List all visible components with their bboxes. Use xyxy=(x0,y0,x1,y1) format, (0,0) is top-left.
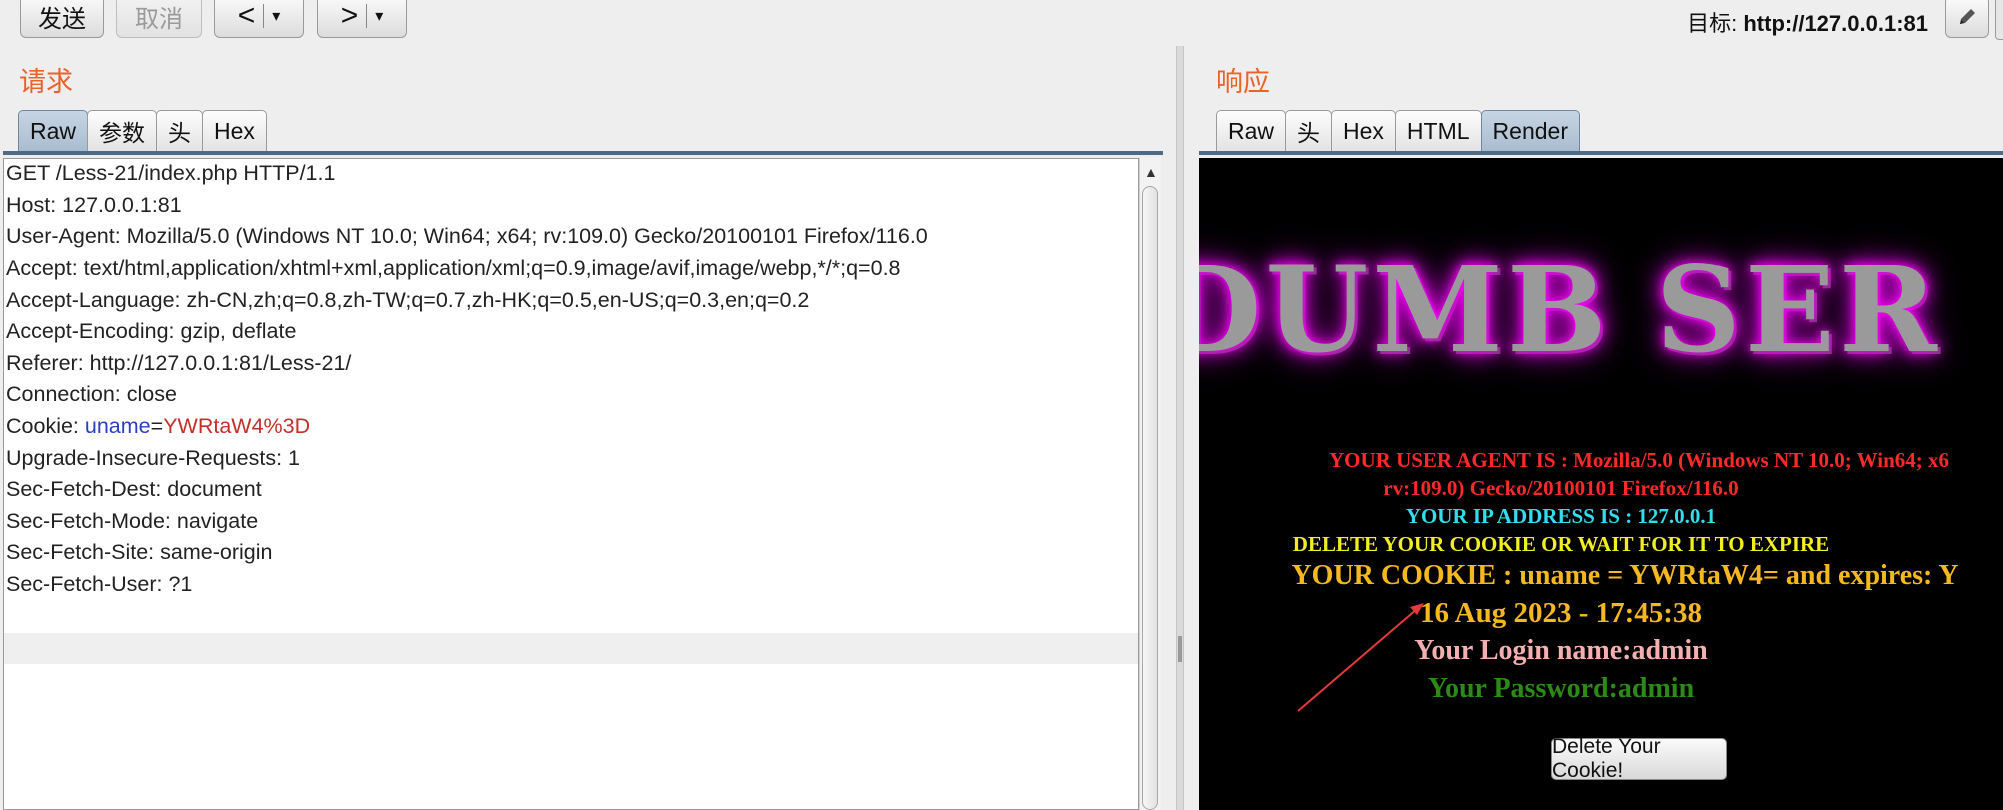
request-line[interactable]: GET /Less-21/index.php HTTP/1.1 xyxy=(6,160,335,187)
request-line[interactable]: Accept-Language: zh-CN,zh;q=0.8,zh-TW;q=… xyxy=(6,287,809,314)
tab-headers[interactable]: 头 xyxy=(156,110,204,151)
forward-dropdown-icon[interactable]: ▾ xyxy=(375,6,383,26)
tab-raw[interactable]: Raw xyxy=(1216,110,1287,151)
request-line[interactable]: Upgrade-Insecure-Requests: 1 xyxy=(6,445,300,472)
cancel-label: 取消 xyxy=(135,5,183,33)
request-line[interactable]: Referer: http://127.0.0.1:81/Less-21/ xyxy=(6,350,351,377)
request-tabs: Raw 参数 头 Hex xyxy=(18,110,267,151)
request-editor[interactable]: GET /Less-21/index.php HTTP/1.1 Host: 12… xyxy=(3,158,1139,810)
edit-target-button[interactable] xyxy=(1945,0,1989,38)
scrollbar-thumb[interactable] xyxy=(1142,186,1158,810)
tab-headers[interactable]: 头 xyxy=(1285,110,1333,151)
target-url: http://127.0.0.1:81 xyxy=(1743,11,1928,36)
divider xyxy=(366,4,368,28)
request-title: 请求 xyxy=(19,67,73,97)
tab-underline xyxy=(3,151,1163,155)
divider xyxy=(263,4,265,28)
toolbar: 发送 取消 < ▾ > ▾ 目标: http://127.0.0.1:81 xyxy=(0,0,2003,46)
cookie-name: uname xyxy=(84,414,151,438)
request-line[interactable]: Host: 127.0.0.1:81 xyxy=(6,192,182,219)
cancel-button[interactable]: 取消 xyxy=(116,0,202,38)
rendered-page: DUMB SER YOUR USER AGENT IS : Mozilla/5.… xyxy=(1199,158,2003,810)
pencil-icon xyxy=(1960,9,1975,24)
request-line[interactable]: Sec-Fetch-User: ?1 xyxy=(6,571,192,598)
current-line-highlight xyxy=(4,633,1138,664)
tab-html[interactable]: HTML xyxy=(1394,110,1482,151)
tab-raw[interactable]: Raw xyxy=(18,110,89,151)
tab-params[interactable]: 参数 xyxy=(87,110,158,151)
send-label: 发送 xyxy=(38,5,86,33)
cookie-prefix: Cookie: xyxy=(6,414,85,438)
forward-arrow-icon: > xyxy=(340,0,359,32)
scroll-up-icon[interactable]: ▲ xyxy=(1144,164,1158,180)
response-title: 响应 xyxy=(1216,67,1270,97)
request-line[interactable]: Accept-Encoding: gzip, deflate xyxy=(6,318,296,345)
tab-hex[interactable]: Hex xyxy=(1331,110,1396,151)
request-line[interactable]: Sec-Fetch-Dest: document xyxy=(6,476,262,503)
target-label: 目标: http://127.0.0.1:81 xyxy=(1687,6,1928,38)
panel-splitter[interactable] xyxy=(1176,46,1184,810)
request-line[interactable]: Connection: close xyxy=(6,381,177,408)
back-button[interactable]: < ▾ xyxy=(214,0,304,38)
request-line[interactable]: User-Agent: Mozilla/5.0 (Windows NT 10.0… xyxy=(6,223,928,250)
back-arrow-icon: < xyxy=(237,0,256,32)
tab-render[interactable]: Render xyxy=(1480,110,1580,151)
forward-button[interactable]: > ▾ xyxy=(317,0,407,38)
target-prefix: 目标: xyxy=(1687,11,1744,36)
help-button[interactable] xyxy=(1995,0,2003,40)
back-dropdown-icon[interactable]: ▾ xyxy=(272,6,280,26)
annotation-arrow xyxy=(1297,603,1424,712)
cookie-line[interactable]: Cookie: uname=YWRtaW4%3D xyxy=(6,413,310,440)
tab-hex[interactable]: Hex xyxy=(202,110,267,151)
request-line[interactable]: Sec-Fetch-Mode: navigate xyxy=(6,508,258,535)
request-line[interactable]: Accept: text/html,application/xhtml+xml,… xyxy=(6,255,901,282)
splitter-grip[interactable] xyxy=(1178,636,1182,662)
tab-underline xyxy=(1199,151,2003,155)
send-button[interactable]: 发送 xyxy=(20,0,104,38)
cookie-eq: = xyxy=(150,414,164,438)
cookie-value: YWRtaW4%3D xyxy=(163,414,311,438)
response-tabs: Raw 头 Hex HTML Render xyxy=(1216,110,1580,151)
request-line[interactable]: Sec-Fetch-Site: same-origin xyxy=(6,539,272,566)
request-scrollbar[interactable]: ▲ xyxy=(1139,158,1161,810)
